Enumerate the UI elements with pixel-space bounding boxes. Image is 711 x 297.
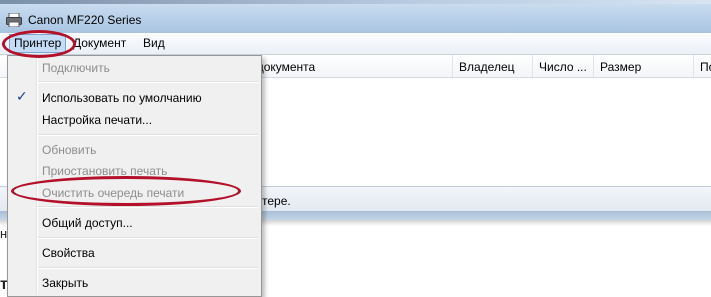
printer-icon (6, 12, 22, 28)
menu-separator (38, 237, 258, 239)
window-title-bar: Canon MF220 Series (0, 0, 711, 33)
checkmark-icon: ✓ (16, 88, 28, 104)
menu-gutter (36, 58, 38, 294)
column-owner[interactable]: Владелец (459, 60, 515, 74)
menu-item-connect[interactable]: Подключить (42, 61, 110, 75)
menu-document[interactable]: Документ (69, 36, 130, 51)
menu-item-properties[interactable]: Свойства (42, 246, 95, 260)
menu-item-close[interactable]: Закрыть (42, 276, 88, 290)
window-title: Canon MF220 Series (28, 13, 142, 27)
menu-separator (38, 81, 258, 83)
annotation-ellipse-printer-menu (2, 30, 76, 58)
column-submitted[interactable]: По (700, 60, 711, 74)
column-pages[interactable]: Число ... (539, 60, 587, 74)
menu-item-printing-preferences[interactable]: Настройка печати... (42, 113, 152, 127)
menu-separator (38, 134, 258, 136)
column-size[interactable]: Размер (600, 60, 641, 74)
menu-view[interactable]: Вид (139, 36, 169, 51)
menu-separator (38, 267, 258, 269)
menu-bar: Принтер Документ Вид (0, 33, 711, 55)
column-separator[interactable] (593, 55, 594, 77)
column-separator[interactable] (452, 55, 453, 77)
status-text: тере. (262, 194, 291, 208)
menu-item-set-default[interactable]: Использовать по умолчанию (42, 91, 202, 105)
title-strip (0, 0, 711, 4)
menu-item-refresh[interactable]: Обновить (42, 143, 96, 157)
column-separator[interactable] (532, 55, 533, 77)
menu-separator (38, 206, 258, 208)
menu-item-sharing[interactable]: Общий доступ... (42, 216, 133, 230)
annotation-ellipse-cancel-all (11, 176, 241, 206)
column-separator[interactable] (693, 55, 694, 77)
